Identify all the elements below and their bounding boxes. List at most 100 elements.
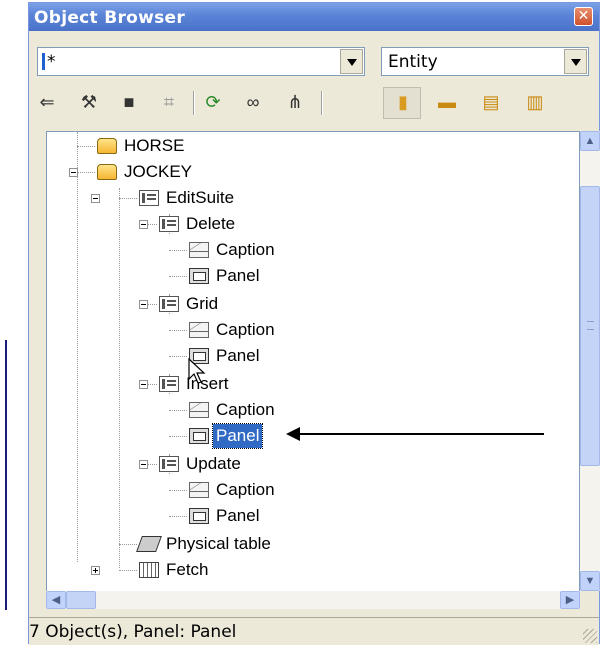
tree-item-label: Update <box>186 454 241 473</box>
grip-icon <box>587 321 594 330</box>
tree-item-label: Panel <box>216 346 260 365</box>
form-icon <box>159 296 179 312</box>
tree-connector <box>169 516 187 517</box>
tree-item-label: EditSuite <box>166 188 235 207</box>
tree-connector <box>169 250 187 251</box>
tree-item-label: Panel <box>216 506 260 525</box>
tree-item-label: Fetch <box>166 560 209 579</box>
entity-icon <box>97 138 117 154</box>
tree-connector <box>77 172 95 173</box>
filter-text-dropdown-button[interactable] <box>340 49 363 74</box>
chevron-up-icon: ▲ <box>584 135 596 147</box>
tree-item-label: Panel <box>216 266 260 285</box>
tree-item-label: Caption <box>216 320 275 339</box>
collapse-button[interactable] <box>69 168 78 177</box>
table-icon <box>136 536 162 552</box>
tree-connector <box>119 544 137 545</box>
scroll-down-button[interactable]: ▼ <box>580 571 600 591</box>
vertical-scroll-thumb[interactable] <box>580 186 600 466</box>
tree-item-label: Grid <box>186 294 219 313</box>
tree-connector <box>119 570 137 571</box>
tree-mark-icon[interactable]: ■ <box>117 91 141 113</box>
collapse-button[interactable] <box>91 194 100 203</box>
tree-connector <box>169 276 187 277</box>
fetch-icon <box>139 562 159 578</box>
tree-connector <box>169 330 187 331</box>
tree-connector <box>169 356 187 357</box>
collapse-button[interactable] <box>139 460 148 469</box>
toolbar: ⇐ ⚒ ■ ⌗ ⟳ ∞ ⋔ ▮ ▬ ▤ ▥ <box>29 83 599 121</box>
text-cursor <box>42 53 45 70</box>
toolbar-separator <box>193 91 195 115</box>
chevron-down-icon: ▼ <box>584 575 596 587</box>
form-icon <box>139 190 159 206</box>
tree-connector <box>169 410 187 411</box>
tree-connector <box>119 198 137 199</box>
object-type-dropdown-button[interactable] <box>564 49 587 74</box>
tree-item-label: Caption <box>216 480 275 499</box>
entity-icon[interactable]: ▮ <box>391 91 415 113</box>
left-border-line <box>5 340 7 610</box>
window-title: Object Browser <box>34 8 186 28</box>
tree-connector <box>77 146 95 147</box>
status-text: 7 Object(s), Panel: Panel <box>29 622 237 642</box>
tree-connector <box>169 490 187 491</box>
resize-grip-icon[interactable] <box>583 629 597 643</box>
toolbar-separator <box>321 91 323 115</box>
entity-icon <box>97 164 117 180</box>
component-icon[interactable]: ▥ <box>523 91 547 113</box>
panel-icon <box>189 428 209 444</box>
hammer-icon[interactable]: ⚒ <box>77 91 101 113</box>
object-browser-window: Object Browser ✕ * Entity ⇐ ⚒ ■ ⌗ ⟳ ∞ ⋔ … <box>28 2 600 645</box>
tree-item-label: HORSE <box>124 136 185 155</box>
scroll-up-button[interactable]: ▲ <box>580 131 600 151</box>
form-icon <box>159 376 179 392</box>
filter-text-value: * <box>47 52 56 72</box>
object-type-value: Entity <box>388 52 438 72</box>
title-bar[interactable]: Object Browser ✕ <box>29 3 599 31</box>
form-icon <box>159 456 179 472</box>
tree-item-label: Caption <box>216 240 275 259</box>
status-bar: 7 Object(s), Panel: Panel <box>29 617 599 645</box>
caption-icon <box>189 402 209 418</box>
chain-icon[interactable]: ∞ <box>241 91 265 113</box>
mouse-pointer-icon <box>188 358 206 384</box>
scroll-right-button[interactable]: ▶ <box>560 591 580 609</box>
form-icon[interactable]: ▤ <box>479 91 503 113</box>
network-icon[interactable]: ⌗ <box>157 91 181 113</box>
vertical-scrollbar[interactable]: ▲ ▼ <box>580 131 600 591</box>
tree-item-label: Panel <box>211 423 264 449</box>
ruler-icon[interactable]: ▬ <box>435 91 459 113</box>
horizontal-scroll-thumb[interactable] <box>66 591 96 609</box>
expand-button[interactable] <box>91 566 100 575</box>
tree-connector <box>77 132 78 562</box>
tree-item-label: Physical table <box>166 534 271 553</box>
collapse-button[interactable] <box>139 220 148 229</box>
refresh-icon[interactable]: ⟳ <box>201 91 225 113</box>
tree-item-label: Delete <box>186 214 236 233</box>
close-icon: ✕ <box>577 8 590 24</box>
caption-icon <box>189 482 209 498</box>
scroll-left-button[interactable]: ◀ <box>46 591 66 609</box>
horizontal-scrollbar[interactable]: ◀ ▶ <box>46 591 580 609</box>
panel-icon <box>189 508 209 524</box>
caption-icon <box>189 242 209 258</box>
tree-connector <box>119 188 120 568</box>
form-icon <box>159 216 179 232</box>
tree-connector <box>169 436 187 437</box>
panel-icon <box>189 268 209 284</box>
object-tree[interactable]: HORSE JOCKEY EditSuite Delete Caption Panel Gr… <box>46 131 580 609</box>
tree-item-label: Caption <box>216 400 275 419</box>
caption-icon <box>189 322 209 338</box>
back-icon[interactable]: ⇐ <box>35 91 59 113</box>
collapse-button[interactable] <box>139 300 148 309</box>
chevron-left-icon: ◀ <box>51 594 61 606</box>
collapse-button[interactable] <box>139 380 148 389</box>
annotation-arrow-line <box>298 433 544 435</box>
chevron-right-icon: ▶ <box>565 594 575 606</box>
tree-item-label: JOCKEY <box>124 162 193 181</box>
close-button[interactable]: ✕ <box>574 7 593 26</box>
object-type-combobox[interactable]: Entity <box>381 47 589 76</box>
filter-text-combobox[interactable]: * <box>37 47 365 76</box>
hierarchy-icon[interactable]: ⋔ <box>283 91 307 113</box>
